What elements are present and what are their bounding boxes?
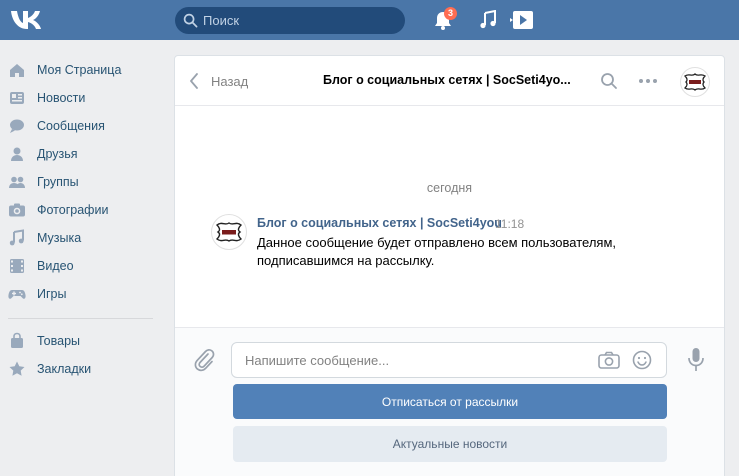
sidebar-item-label: Закладки <box>37 362 92 376</box>
sidebar-item-groups[interactable]: Группы <box>8 168 158 196</box>
bag-icon <box>11 332 23 348</box>
groups-icon <box>9 176 25 188</box>
sidebar-divider <box>8 318 153 319</box>
emoji-icon[interactable] <box>632 350 652 370</box>
messages-icon <box>10 119 24 133</box>
sidebar-item-label: Игры <box>37 287 67 301</box>
camera-icon <box>9 203 25 217</box>
sidebar-item-video[interactable]: Видео <box>8 252 158 280</box>
film-icon <box>10 259 24 273</box>
sidebar-item-goods[interactable]: Товары <box>8 327 158 355</box>
sidebar-item-label: Моя Страница <box>37 63 122 77</box>
back-label: Назад <box>211 73 249 89</box>
search-box[interactable]: Поиск <box>175 7 405 34</box>
message-avatar[interactable] <box>211 214 247 250</box>
more-options-icon[interactable] <box>638 78 658 84</box>
message-author[interactable]: Блог о социальных сетях | SocSeti4you <box>257 216 502 230</box>
search-placeholder: Поиск <box>203 13 240 28</box>
search-icon[interactable] <box>600 72 618 90</box>
sidebar-item-my-page[interactable]: Моя Страница <box>8 56 158 84</box>
message-time: 11:18 <box>495 217 525 231</box>
sidebar-item-label: Видео <box>37 259 74 273</box>
paperclip-icon[interactable] <box>193 348 215 372</box>
sidebar-item-label: Музыка <box>37 231 82 245</box>
sidebar-item-friends[interactable]: Друзья <box>8 140 158 168</box>
sidebar-item-news[interactable]: Новости <box>8 84 158 112</box>
vk-logo-icon[interactable] <box>9 8 45 32</box>
back-button[interactable]: Назад <box>189 72 248 90</box>
date-separator: сегодня <box>426 181 473 195</box>
gamepad-icon <box>8 290 26 299</box>
message-input-placeholder: Напишите сообщение... <box>245 353 390 368</box>
message-text: Данное сообщение будет отправлено всем п… <box>257 235 617 268</box>
sidebar-item-label: Новости <box>37 91 86 105</box>
chevron-left-icon <box>190 73 198 89</box>
chat-header: Назад Блог о социальных сетях | SocSeti4… <box>175 56 724 106</box>
sidebar-item-messages[interactable]: Сообщения <box>8 112 158 140</box>
message-composer: Напишите сообщение... Отписаться от расс… <box>175 327 724 476</box>
chat-title[interactable]: Блог о социальных сетях | SocSeti4yo... <box>323 73 571 87</box>
camera-icon[interactable] <box>598 351 620 369</box>
chat-panel: Назад Блог о социальных сетях | SocSeti4… <box>174 55 725 476</box>
sidebar-item-label: Друзья <box>37 147 78 161</box>
actual-news-button[interactable]: Актуальные новости <box>233 426 667 462</box>
sidebar-item-music[interactable]: Музыка <box>8 224 158 252</box>
search-icon <box>183 13 198 28</box>
sidebar-item-bookmarks[interactable]: Закладки <box>8 355 158 383</box>
notification-badge: 3 <box>444 7 457 20</box>
video-play-icon[interactable] <box>510 9 534 31</box>
top-header: Поиск 3 <box>0 0 739 40</box>
sidebar-item-label: Товары <box>37 334 80 348</box>
message-input[interactable]: Напишите сообщение... <box>231 342 667 378</box>
sidebar-item-label: Группы <box>37 175 79 189</box>
home-icon <box>10 64 24 77</box>
community-avatar[interactable] <box>680 67 710 97</box>
unsubscribe-button[interactable]: Отписаться от рассылки <box>233 384 667 419</box>
sidebar-item-label: Сообщения <box>37 119 105 133</box>
sidebar-item-label: Фотографии <box>37 203 109 217</box>
music-icon[interactable] <box>478 10 498 30</box>
sidebar-item-games[interactable]: Игры <box>8 280 158 308</box>
star-icon <box>9 361 25 376</box>
friend-icon <box>11 147 23 161</box>
news-icon <box>10 92 24 104</box>
sidebar-item-photos[interactable]: Фотографии <box>8 196 158 224</box>
microphone-icon[interactable] <box>687 347 705 373</box>
music-icon <box>9 229 24 246</box>
